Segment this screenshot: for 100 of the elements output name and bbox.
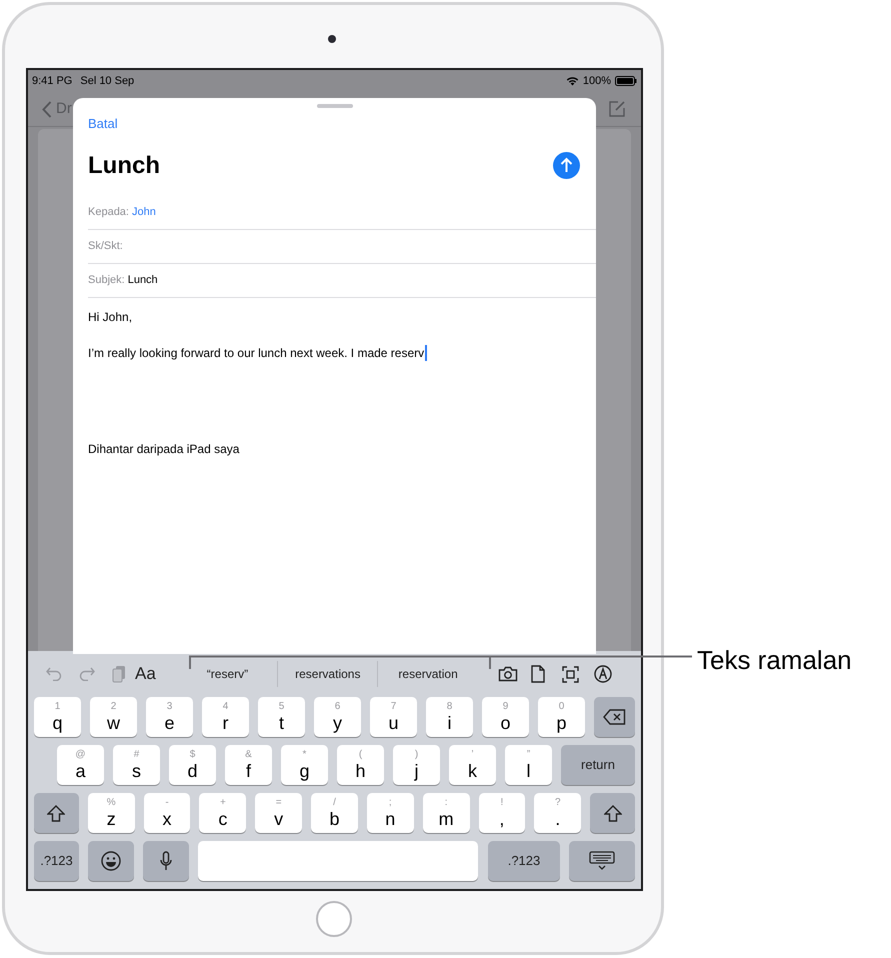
- wifi-icon: [566, 76, 579, 86]
- emoji-key[interactable]: [88, 841, 134, 881]
- key-label: a: [75, 762, 86, 780]
- send-button[interactable]: [553, 152, 580, 179]
- key-alt-label: :: [444, 798, 448, 808]
- key-label: k: [468, 762, 477, 780]
- prediction-suggestion[interactable]: reservation: [378, 659, 478, 689]
- key-alt-label: (: [358, 750, 362, 760]
- key[interactable]: % z: [88, 793, 135, 833]
- key-label: f: [246, 762, 251, 780]
- key-label: z: [106, 810, 116, 828]
- key[interactable]: 6 y: [314, 697, 361, 737]
- key[interactable]: & f: [225, 745, 272, 785]
- key-label: v: [274, 810, 284, 828]
- key-label: q: [52, 714, 62, 732]
- key-alt-label: 3: [166, 702, 172, 712]
- key[interactable]: ? .: [534, 793, 582, 833]
- shift-key[interactable]: [34, 793, 79, 833]
- shift-key[interactable]: [590, 793, 635, 833]
- numbers-key[interactable]: .?123: [34, 841, 79, 881]
- key[interactable]: 1 q: [34, 697, 81, 737]
- key-label: c: [218, 810, 228, 828]
- key[interactable]: 0 p: [538, 697, 585, 737]
- key-label: x: [162, 810, 172, 828]
- camera-icon[interactable]: [498, 666, 518, 682]
- prediction-suggestion[interactable]: reservations: [278, 659, 378, 689]
- key-alt-label: ”: [526, 750, 530, 760]
- key-label: y: [333, 714, 342, 732]
- shift-icon: [47, 804, 66, 822]
- grabber-handle[interactable]: [316, 104, 352, 108]
- key-label: g: [299, 762, 310, 780]
- prediction-suggestion[interactable]: “reserv”: [178, 659, 278, 689]
- key-label: w: [107, 714, 120, 732]
- clipboard-icon[interactable]: [112, 665, 126, 683]
- key-alt-label: !: [500, 798, 504, 808]
- field-label: Subjek:: [88, 272, 125, 288]
- key[interactable]: ; n: [366, 793, 414, 833]
- recipient-name[interactable]: John: [132, 204, 156, 220]
- emoji-icon: [101, 851, 121, 871]
- key[interactable]: 2 w: [90, 697, 137, 737]
- key[interactable]: 4 r: [202, 697, 249, 737]
- key-alt-label: *: [302, 750, 306, 760]
- mic-key[interactable]: [143, 841, 189, 881]
- scan-icon[interactable]: [562, 666, 579, 682]
- key[interactable]: * g: [281, 745, 328, 785]
- key[interactable]: 5 t: [258, 697, 305, 737]
- key-label: b: [329, 810, 340, 828]
- key-label: ,: [499, 810, 504, 828]
- key[interactable]: : m: [422, 793, 470, 833]
- document-icon[interactable]: [530, 665, 545, 683]
- key[interactable]: 3 e: [146, 697, 193, 737]
- key[interactable]: $ d: [169, 745, 216, 785]
- key-alt-label: 6: [334, 702, 340, 712]
- key-alt-label: $: [190, 750, 196, 760]
- key-alt-label: ): [414, 750, 418, 760]
- key-label: p: [556, 714, 566, 732]
- key-alt-label: +: [220, 798, 226, 808]
- text-format-button[interactable]: Aa: [135, 661, 156, 687]
- key-alt-label: 7: [390, 702, 396, 712]
- key-label: m: [438, 810, 454, 828]
- key-label: u: [388, 714, 398, 732]
- key[interactable]: ! ,: [478, 793, 526, 833]
- key[interactable]: + c: [199, 793, 246, 833]
- key[interactable]: 7 u: [370, 697, 417, 737]
- signature-text: Dihantar daripada iPad saya: [88, 440, 240, 458]
- key[interactable]: 8 i: [426, 697, 473, 737]
- key-label: t: [278, 714, 284, 732]
- key[interactable]: @ a: [57, 745, 104, 785]
- key-label: j: [414, 762, 418, 780]
- key[interactable]: # s: [113, 745, 160, 785]
- key-alt-label: -: [165, 798, 169, 808]
- numbers-key[interactable]: .?123: [488, 841, 560, 881]
- callout-label: Teks ramalan: [697, 644, 852, 677]
- key-alt-label: #: [134, 750, 140, 760]
- key[interactable]: ’ k: [449, 745, 496, 785]
- return-key[interactable]: return: [561, 745, 635, 785]
- key-label: r: [222, 714, 228, 732]
- key-alt-label: =: [276, 798, 282, 808]
- key-alt-label: ?: [554, 798, 561, 808]
- key[interactable]: 9 o: [482, 697, 529, 737]
- delete-icon: [603, 709, 626, 725]
- key[interactable]: = v: [255, 793, 302, 833]
- delete-key[interactable]: [594, 697, 635, 737]
- key[interactable]: - x: [144, 793, 190, 833]
- key-label: e: [164, 714, 174, 732]
- key-alt-label: 8: [446, 702, 452, 712]
- subject-value[interactable]: Lunch: [128, 272, 158, 288]
- hide-key[interactable]: [569, 841, 635, 881]
- key-alt-label: 2: [110, 702, 116, 712]
- key-alt-label: /: [333, 798, 336, 808]
- key-label: n: [385, 810, 396, 828]
- markup-icon[interactable]: [594, 665, 612, 683]
- key-alt-label: ’: [471, 750, 474, 760]
- key[interactable]: ) j: [393, 745, 440, 785]
- key[interactable]: ” l: [505, 745, 552, 785]
- key[interactable]: ( h: [337, 745, 384, 785]
- key-label: l: [526, 762, 530, 780]
- cancel-button[interactable]: Batal: [88, 114, 118, 134]
- battery-icon: [615, 76, 637, 86]
- key[interactable]: / b: [311, 793, 358, 833]
